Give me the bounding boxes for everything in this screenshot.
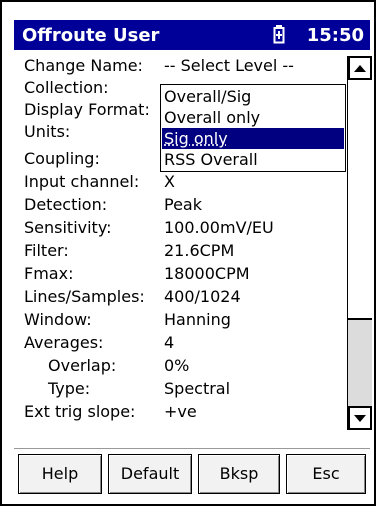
title-bar: Offroute User 15:50	[14, 20, 370, 50]
scroll-thumb[interactable]	[348, 320, 372, 406]
escape-button[interactable]: Esc	[286, 454, 366, 494]
field-value[interactable]: 4	[164, 333, 174, 352]
field-label: Detection:	[24, 195, 108, 214]
field-label: Window:	[24, 310, 92, 329]
field-label: Ext trig slope:	[24, 402, 136, 421]
divider	[14, 448, 370, 449]
default-button[interactable]: Default	[108, 454, 192, 494]
backspace-button[interactable]: Bksp	[198, 454, 280, 494]
field-value[interactable]: 21.6CPM	[164, 241, 234, 260]
select-level-dropdown[interactable]: Overall/Sig Overall only Sig only RSS Ov…	[160, 84, 346, 172]
field-label: Overlap:	[48, 356, 117, 375]
field-value[interactable]: X	[164, 172, 175, 191]
scroll-down-button[interactable]	[348, 406, 372, 430]
scroll-up-button[interactable]	[348, 56, 372, 80]
field-value[interactable]: Spectral	[164, 379, 230, 398]
help-button[interactable]: Help	[18, 454, 102, 494]
field-label: Fmax:	[24, 264, 74, 283]
softkey-bar: Help Default Bksp Esc	[14, 450, 370, 498]
arrow-down-icon	[354, 415, 366, 422]
field-label: Coupling:	[24, 149, 100, 168]
settings-panel: Change Name: -- Select Level -- Collecti…	[14, 50, 372, 436]
field-label: Change Name:	[24, 56, 143, 75]
clock: 15:50	[306, 25, 364, 46]
field-value[interactable]: -- Select Level --	[164, 56, 294, 75]
field-value[interactable]: 18000CPM	[164, 264, 250, 283]
field-value[interactable]: Hanning	[164, 310, 231, 329]
field-label: Display Format:	[24, 100, 150, 119]
dropdown-option[interactable]: RSS Overall	[162, 149, 344, 170]
field-value[interactable]: +ve	[164, 402, 197, 421]
dropdown-option-selected[interactable]: Sig only	[162, 128, 344, 149]
app-title: Offroute User	[22, 25, 160, 46]
field-label: Lines/Samples:	[24, 287, 145, 306]
field-label: Input channel:	[24, 172, 140, 191]
dropdown-option[interactable]: Overall only	[162, 107, 344, 128]
arrow-up-icon	[354, 65, 366, 72]
field-value[interactable]: 0%	[164, 356, 189, 375]
field-label: Units:	[24, 122, 71, 141]
field-value[interactable]: Peak	[164, 195, 202, 214]
device-screen: Offroute User 15:50 Change Name: -- Sele…	[0, 0, 376, 506]
scrollbar[interactable]	[347, 56, 372, 430]
field-value[interactable]: 400/1024	[164, 287, 241, 306]
field-label: Collection:	[24, 78, 109, 97]
battery-icon	[273, 25, 285, 44]
field-label: Type:	[48, 379, 91, 398]
field-label: Filter:	[24, 241, 69, 260]
field-label: Sensitivity:	[24, 218, 112, 237]
field-value[interactable]: 100.00mV/EU	[164, 218, 274, 237]
field-label: Averages:	[24, 333, 104, 352]
dropdown-option[interactable]: Overall/Sig	[162, 86, 344, 107]
